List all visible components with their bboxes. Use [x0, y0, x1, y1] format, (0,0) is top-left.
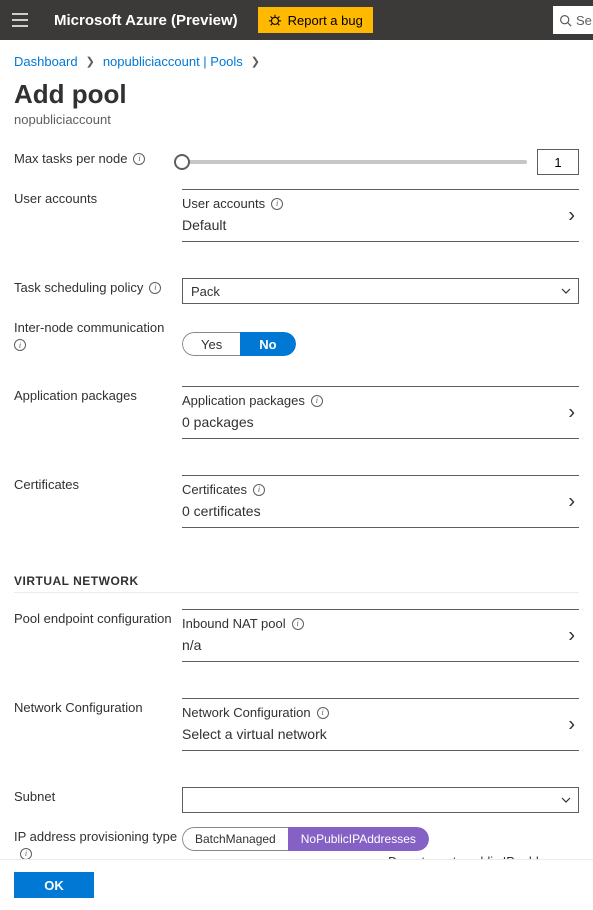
row-network-config: Network Configuration Network Configurat… [14, 698, 579, 773]
report-bug-button[interactable]: Report a bug [258, 7, 373, 33]
network-config-expander[interactable]: Network Configuration i Select a virtual… [182, 698, 579, 751]
ip-provisioning-toggle: BatchManaged NoPublicIPAddresses [182, 827, 429, 851]
pool-endpoint-expander[interactable]: Inbound NAT pool i n/a › [182, 609, 579, 662]
slider-thumb[interactable] [174, 154, 190, 170]
info-icon[interactable]: i [253, 484, 265, 496]
label-user-accounts: User accounts [14, 191, 97, 206]
internode-yes[interactable]: Yes [182, 332, 240, 356]
network-config-value: Select a virtual network [182, 726, 579, 742]
task-scheduling-select[interactable]: Pack [182, 278, 579, 304]
chevron-right-icon: › [568, 624, 575, 647]
row-subnet: Subnet [14, 787, 579, 813]
hamburger-icon [12, 13, 28, 27]
info-icon[interactable]: i [14, 339, 26, 351]
app-packages-heading: Application packages [182, 393, 305, 408]
pool-endpoint-value: n/a [182, 637, 579, 653]
row-max-tasks: Max tasks per node i [14, 149, 579, 175]
chevron-right-icon: › [568, 401, 575, 424]
section-virtual-network: VIRTUAL NETWORK [14, 574, 579, 593]
row-app-packages: Application packages Application package… [14, 386, 579, 461]
breadcrumb-dashboard[interactable]: Dashboard [14, 54, 78, 69]
certificates-value: 0 certificates [182, 503, 579, 519]
ok-button[interactable]: OK [14, 872, 94, 898]
row-user-accounts: User accounts User accounts i Default › [14, 189, 579, 264]
row-pool-endpoint: Pool endpoint configuration Inbound NAT … [14, 609, 579, 684]
info-icon[interactable]: i [292, 618, 304, 630]
app-packages-expander[interactable]: Application packages i 0 packages › [182, 386, 579, 439]
user-accounts-heading: User accounts [182, 196, 265, 211]
chevron-right-icon: › [568, 713, 575, 736]
page-subtitle: nopubliciaccount [14, 112, 579, 127]
bug-icon [268, 13, 282, 27]
subnet-select[interactable] [182, 787, 579, 813]
info-icon[interactable]: i [133, 153, 145, 165]
label-internode: Inter-node communication [14, 320, 164, 335]
chevron-down-icon [560, 285, 572, 297]
row-task-scheduling: Task scheduling policy i Pack [14, 278, 579, 304]
certificates-expander[interactable]: Certificates i 0 certificates › [182, 475, 579, 528]
breadcrumb: Dashboard ❯ nopubliciaccount | Pools ❯ [14, 54, 579, 69]
row-internode: Inter-node communication i Yes No [14, 318, 579, 356]
network-config-heading: Network Configuration [182, 705, 311, 720]
label-ip-provisioning: IP address provisioning type [14, 829, 177, 844]
internode-toggle: Yes No [182, 332, 296, 356]
user-accounts-expander[interactable]: User accounts i Default › [182, 189, 579, 242]
app-packages-value: 0 packages [182, 414, 579, 430]
label-certificates: Certificates [14, 477, 79, 492]
info-icon[interactable]: i [271, 198, 283, 210]
hamburger-menu-button[interactable] [0, 0, 40, 40]
report-bug-label: Report a bug [288, 13, 363, 28]
label-network-config: Network Configuration [14, 700, 143, 715]
footer: OK [0, 859, 593, 910]
label-app-packages: Application packages [14, 388, 137, 403]
app-title: Microsoft Azure (Preview) [54, 12, 238, 29]
pool-endpoint-heading: Inbound NAT pool [182, 616, 286, 631]
ip-option-batchmanaged[interactable]: BatchManaged [182, 827, 288, 851]
search-placeholder: Se [576, 13, 592, 28]
page-title: Add pool [14, 79, 579, 110]
chevron-right-icon: ❯ [86, 55, 95, 68]
label-subnet: Subnet [14, 789, 55, 804]
chevron-right-icon: › [568, 204, 575, 227]
chevron-right-icon: › [568, 490, 575, 513]
info-icon[interactable]: i [317, 707, 329, 719]
task-scheduling-value: Pack [191, 284, 220, 299]
label-max-tasks: Max tasks per node [14, 151, 127, 166]
main-content: Dashboard ❯ nopubliciaccount | Pools ❯ A… [0, 40, 593, 869]
info-icon[interactable]: i [311, 395, 323, 407]
user-accounts-value: Default [182, 217, 579, 233]
label-pool-endpoint: Pool endpoint configuration [14, 611, 172, 626]
label-task-scheduling: Task scheduling policy [14, 280, 143, 295]
row-certificates: Certificates Certificates i 0 certificat… [14, 475, 579, 550]
ip-option-nopublicip[interactable]: NoPublicIPAddresses [288, 827, 429, 851]
info-icon[interactable]: i [20, 848, 32, 860]
chevron-down-icon [560, 794, 572, 806]
breadcrumb-pools[interactable]: nopubliciaccount | Pools [103, 54, 243, 69]
info-icon[interactable]: i [149, 282, 161, 294]
max-tasks-slider[interactable] [182, 160, 527, 164]
certificates-heading: Certificates [182, 482, 247, 497]
max-tasks-input[interactable] [537, 149, 579, 175]
top-bar: Microsoft Azure (Preview) Report a bug S… [0, 0, 593, 40]
search-icon [559, 14, 572, 27]
chevron-right-icon: ❯ [251, 55, 260, 68]
search-input[interactable]: Se [553, 6, 593, 34]
internode-no[interactable]: No [240, 332, 295, 356]
